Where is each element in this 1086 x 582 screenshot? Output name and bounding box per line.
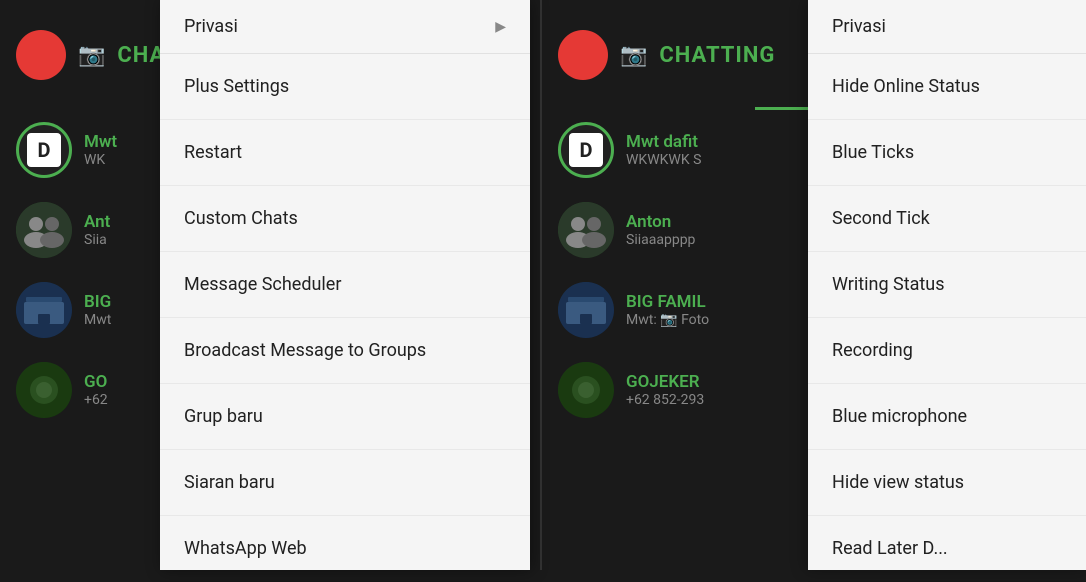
avatar-d-left: D (16, 122, 72, 178)
dropdown-custom-chats[interactable]: Custom Chats (160, 186, 530, 252)
group-svg-6 (558, 362, 614, 418)
read-later-label: Read Later D... (832, 538, 948, 559)
recording-label: Recording (832, 340, 913, 361)
dropdown-grup-baru[interactable]: Grup baru (160, 384, 530, 450)
group-svg-3 (16, 362, 72, 418)
right-dropdown-read-later[interactable]: Read Later D... (808, 516, 1086, 582)
siaran-baru-label: Siaran baru (184, 472, 275, 493)
right-dropdown-writing-status[interactable]: Writing Status (808, 252, 1086, 318)
left-dropdown-menu: Privasi ▶ Plus Settings Restart Custom C… (160, 0, 530, 570)
restart-label: Restart (184, 142, 242, 163)
avatar-gojeker-right (558, 362, 614, 418)
camera-icon-right: 📷 (620, 43, 647, 68)
right-header-title: CHATTING (659, 43, 775, 68)
dropdown-plus-settings[interactable]: Plus Settings (160, 54, 530, 120)
second-tick-label: Second Tick (832, 208, 930, 229)
avatar-d-right: D (558, 122, 614, 178)
custom-chats-label: Custom Chats (184, 208, 298, 229)
dropdown-broadcast[interactable]: Broadcast Message to Groups (160, 318, 530, 384)
dropdown-whatsapp-web[interactable]: WhatsApp Web (160, 516, 530, 582)
right-dropdown-blue-ticks[interactable]: Blue Ticks (808, 120, 1086, 186)
group-svg-5 (558, 282, 614, 338)
dropdown-restart[interactable]: Restart (160, 120, 530, 186)
avatar-big-left (16, 282, 72, 338)
message-scheduler-label: Message Scheduler (184, 274, 341, 295)
right-dropdown-hide-online[interactable]: Hide Online Status (808, 54, 1086, 120)
right-dropdown-privasi: Privasi (808, 0, 1086, 54)
group-svg-1 (16, 202, 72, 258)
group-svg-2 (16, 282, 72, 338)
right-dropdown-menu: Privasi Hide Online Status Blue Ticks Se… (808, 0, 1086, 570)
right-panel: 📷 CHATTING D Mwt dafit WKWKWK S (542, 0, 1086, 570)
profile-avatar-red-right (558, 30, 608, 80)
d-letter-inner: D (27, 133, 61, 167)
avatar-go-left (16, 362, 72, 418)
blue-microphone-label: Blue microphone (832, 406, 967, 427)
avatar-anton-right (558, 202, 614, 258)
left-panel: 📷 CHATTI D Mwt WK (0, 0, 540, 570)
whatsapp-web-label: WhatsApp Web (184, 538, 307, 559)
profile-avatar-red (16, 30, 66, 80)
d-letter-inner-right: D (569, 133, 603, 167)
broadcast-label: Broadcast Message to Groups (184, 340, 426, 361)
writing-status-label: Writing Status (832, 274, 945, 295)
dropdown-message-scheduler[interactable]: Message Scheduler (160, 252, 530, 318)
right-dropdown-recording[interactable]: Recording (808, 318, 1086, 384)
dropdown-privasi-item[interactable]: Privasi ▶ (160, 0, 530, 54)
plus-settings-label: Plus Settings (184, 76, 289, 97)
right-dropdown-second-tick[interactable]: Second Tick (808, 186, 1086, 252)
right-dropdown-blue-microphone[interactable]: Blue microphone (808, 384, 1086, 450)
camera-icon-left: 📷 (78, 43, 105, 68)
right-privasi-label: Privasi (832, 16, 886, 37)
dropdown-siaran-baru[interactable]: Siaran baru (160, 450, 530, 516)
grup-baru-label: Grup baru (184, 406, 263, 427)
avatar-ant-left (16, 202, 72, 258)
privasi-label: Privasi (184, 16, 238, 37)
avatar-big-right (558, 282, 614, 338)
group-svg-4 (558, 202, 614, 258)
hide-view-status-label: Hide view status (832, 472, 964, 493)
hide-online-label: Hide Online Status (832, 76, 980, 97)
privasi-arrow-icon: ▶ (495, 19, 506, 35)
right-dropdown-hide-view-status[interactable]: Hide view status (808, 450, 1086, 516)
blue-ticks-label: Blue Ticks (832, 142, 914, 163)
